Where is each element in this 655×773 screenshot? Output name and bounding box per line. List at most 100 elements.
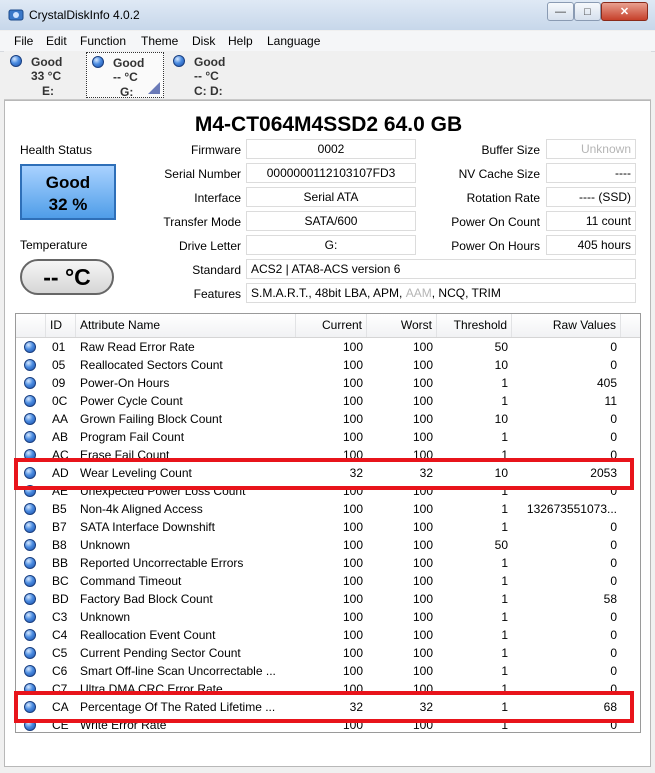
power-on-count-label: Power On Count (451, 215, 540, 229)
drive-letter-label: Drive Letter (178, 239, 241, 253)
table-row[interactable]: 05 Reallocated Sectors Count 100 100 10 0 (16, 356, 640, 374)
firmware-value: 0002 (246, 139, 416, 159)
table-row[interactable]: B7 SATA Interface Downshift 100 100 1 0 (16, 518, 640, 536)
power-on-hours-value: 405 hours (546, 235, 636, 255)
status-good-icon (92, 56, 104, 68)
row-raw-value: 0 (610, 430, 617, 444)
minimize-button[interactable]: — (547, 2, 574, 21)
header-worst[interactable]: Worst (367, 314, 437, 337)
highlight-box-ca (14, 691, 634, 723)
menu-help[interactable]: Help (228, 34, 253, 48)
row-current: 100 (342, 394, 363, 408)
row-attribute-name: Non-4k Aligned Access (80, 502, 203, 516)
maximize-button[interactable]: □ (574, 2, 601, 21)
disk-info-panel: M4-CT064M4SSD2 64.0 GB Health Status Goo… (4, 100, 651, 767)
title-bar: CrystalDiskInfo 4.0.2 — □ ✕ (0, 0, 655, 30)
temperature-label: Temperature (20, 238, 88, 252)
row-threshold: 1 (501, 394, 508, 408)
status-good-icon (24, 377, 36, 389)
row-worst: 100 (412, 430, 433, 444)
menu-function[interactable]: Function (80, 34, 126, 48)
row-current: 100 (342, 340, 363, 354)
table-row[interactable]: 01 Raw Read Error Rate 100 100 50 0 (16, 338, 640, 356)
close-button[interactable]: ✕ (601, 2, 648, 21)
status-good-icon (24, 431, 36, 443)
row-worst: 100 (412, 394, 433, 408)
table-row[interactable]: C6 Smart Off-line Scan Uncorrectable ... 1… (16, 662, 640, 680)
row-attribute-name: SATA Interface Downshift (80, 520, 215, 534)
app-icon (8, 9, 24, 21)
health-status-text: Good (45, 173, 91, 192)
health-status-button[interactable]: Good 32 % (20, 164, 116, 220)
transfer-mode-label: Transfer Mode (163, 215, 241, 229)
header-raw-values[interactable]: Raw Values (512, 314, 621, 337)
smart-attribute-table[interactable]: ID Attribute Name Current Worst Threshol… (15, 313, 641, 733)
header-status[interactable] (16, 314, 46, 337)
row-attribute-name: Factory Bad Block Count (80, 592, 213, 606)
row-current: 100 (342, 556, 363, 570)
window-title: CrystalDiskInfo 4.0.2 (29, 8, 140, 22)
power-on-hours-label: Power On Hours (451, 239, 540, 253)
header-current[interactable]: Current (296, 314, 367, 337)
status-good-icon (24, 359, 36, 371)
buffer-size-value: Unknown (546, 139, 636, 159)
row-raw-value: 405 (596, 376, 617, 390)
table-row[interactable]: BD Factory Bad Block Count 100 100 1 58 (16, 590, 640, 608)
row-threshold: 1 (501, 376, 508, 390)
menu-edit[interactable]: Edit (46, 34, 67, 48)
row-threshold: 1 (501, 628, 508, 642)
row-raw-value: 0 (610, 556, 617, 570)
menu-disk[interactable]: Disk (192, 34, 215, 48)
row-threshold: 1 (501, 592, 508, 606)
row-attribute-name: Power Cycle Count (80, 394, 183, 408)
table-row[interactable]: B5 Non-4k Aligned Access 100 100 1 1326735510… (16, 500, 640, 518)
drive-tab-cd[interactable]: Good -- °C C: D: (168, 52, 246, 98)
row-current: 100 (342, 592, 363, 606)
menu-language[interactable]: Language (267, 34, 320, 48)
row-threshold: 1 (501, 430, 508, 444)
temperature-display: -- °C (20, 259, 114, 295)
status-good-icon (24, 611, 36, 623)
row-current: 100 (342, 358, 363, 372)
row-current: 100 (342, 376, 363, 390)
row-id: C4 (52, 628, 68, 642)
status-good-icon (24, 503, 36, 515)
menu-theme[interactable]: Theme (141, 34, 178, 48)
table-row[interactable]: AA Grown Failing Block Count 100 100 10 0 (16, 410, 640, 428)
rotation-rate-value: ---- (SSD) (546, 187, 636, 207)
features-label: Features (193, 287, 241, 301)
power-on-count-value: 11 count (546, 211, 636, 231)
table-row[interactable]: C3 Unknown 100 100 1 0 (16, 608, 640, 626)
row-threshold: 1 (501, 520, 508, 534)
row-raw-value: 0 (610, 520, 617, 534)
drive-tab-bar: Good 33 °C E: Good -- °C G: Good -- °C C… (4, 51, 651, 100)
table-row[interactable]: BB Reported Uncorrectable Errors 100 100 1 0 (16, 554, 640, 572)
status-good-icon (24, 539, 36, 551)
row-raw-value: 0 (610, 628, 617, 642)
table-row[interactable]: C4 Reallocation Event Count 100 100 1 0 (16, 626, 640, 644)
header-id[interactable]: ID (46, 314, 76, 337)
row-worst: 100 (412, 340, 433, 354)
table-row[interactable]: BC Command Timeout 100 100 1 0 (16, 572, 640, 590)
row-raw-value: 0 (610, 340, 617, 354)
drive-status: Good (113, 56, 145, 70)
menu-file[interactable]: File (14, 34, 33, 48)
row-worst: 100 (412, 520, 433, 534)
rotation-rate-label: Rotation Rate (466, 191, 540, 205)
table-row[interactable]: B8 Unknown 100 100 50 0 (16, 536, 640, 554)
row-worst: 100 (412, 610, 433, 624)
drive-tab-g[interactable]: Good -- °C G: (86, 52, 164, 99)
drive-letter: E: (42, 84, 54, 98)
row-raw-value: 132673551073... (526, 502, 617, 516)
row-id: AB (52, 430, 69, 444)
header-attribute-name[interactable]: Attribute Name (76, 314, 296, 337)
table-row[interactable]: 09 Power-On Hours 100 100 1 405 (16, 374, 640, 392)
table-row[interactable]: 0C Power Cycle Count 100 100 1 11 (16, 392, 640, 410)
row-worst: 100 (412, 592, 433, 606)
row-worst: 100 (412, 376, 433, 390)
header-threshold[interactable]: Threshold (437, 314, 512, 337)
table-row[interactable]: AB Program Fail Count 100 100 1 0 (16, 428, 640, 446)
table-row[interactable]: C5 Current Pending Sector Count 100 100 1 0 (16, 644, 640, 662)
drive-tab-e[interactable]: Good 33 °C E: (5, 52, 83, 98)
status-good-icon (24, 395, 36, 407)
